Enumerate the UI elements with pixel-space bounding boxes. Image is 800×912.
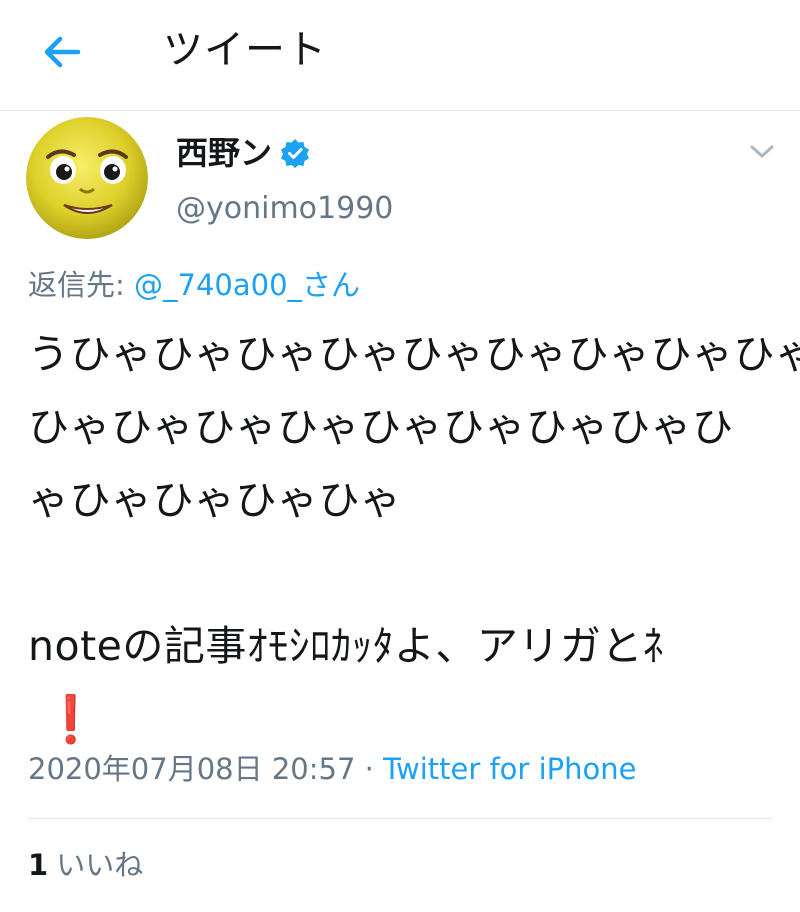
tweet-text: うひゃひゃひゃひゃひゃひゃひゃひゃひゃ ひゃひゃひゃひゃひゃひゃひゃひゃひ ゃひ… [28, 318, 800, 756]
reply-prefix: 返信先: [28, 268, 134, 302]
top-app-bar: ツイート [0, 0, 800, 111]
page-title: ツイート [163, 27, 327, 73]
reply-context: 返信先: @_740a00_さん [28, 266, 360, 304]
meta-separator: · [355, 752, 384, 786]
likes-count: 1 [28, 848, 49, 882]
verified-badge-icon [281, 139, 310, 168]
tweet-line: うひゃひゃひゃひゃひゃひゃひゃひゃひゃ [28, 330, 800, 378]
user-handle[interactable]: @yonimo1990 [176, 190, 393, 228]
back-button[interactable] [38, 28, 86, 76]
display-name: 西野ン [176, 134, 273, 172]
exclamation-emoji-icon: ❗ [42, 692, 100, 746]
reply-mention-link[interactable]: @_740a00_さん [134, 268, 360, 302]
likes-stat[interactable]: 1 いいね [28, 846, 143, 884]
author-name-row[interactable]: 西野ン [176, 133, 310, 173]
source-link[interactable]: Twitter for iPhone [383, 752, 636, 786]
timestamp[interactable]: 2020年07月08日 20:57 [28, 752, 355, 786]
yellow-face-avatar [26, 117, 148, 239]
tweet-line: noteの記事ｵﾓｼﾛｶｯﾀよ、アリガとﾈ [28, 622, 664, 670]
divider [28, 818, 772, 819]
avatar[interactable] [26, 117, 148, 239]
likes-label: いいね [56, 848, 144, 882]
tweet-line: ゃひゃひゃひゃひゃ [28, 476, 402, 524]
arrow-left-icon [44, 36, 81, 68]
tweet-meta: 2020年07月08日 20:57 · Twitter for iPhone [28, 750, 636, 788]
tweet-line: ひゃひゃひゃひゃひゃひゃひゃひゃひ [28, 403, 734, 451]
chevron-down-icon [750, 145, 774, 158]
tweet-options-button[interactable] [748, 140, 776, 164]
